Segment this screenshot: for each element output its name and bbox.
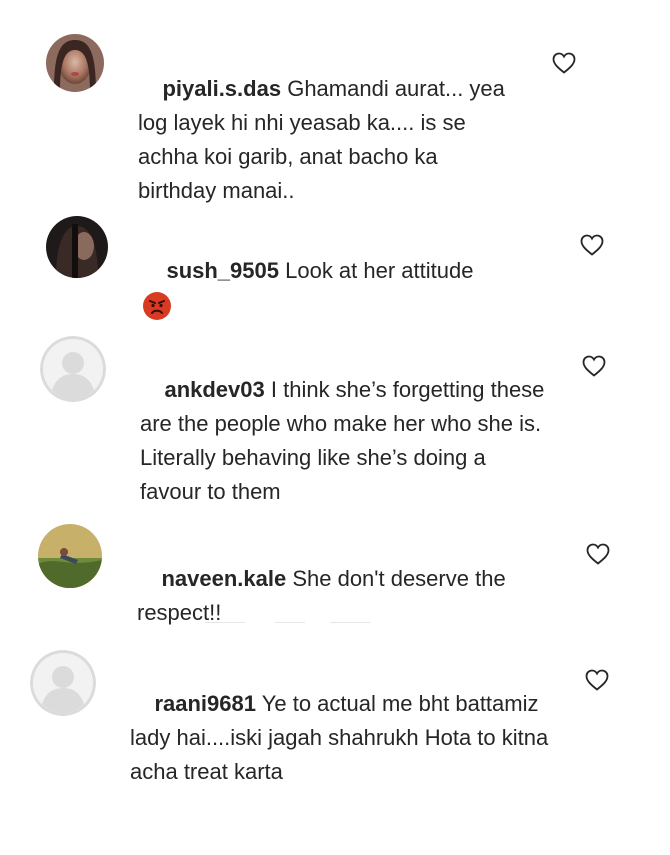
comment-username[interactable]: ankdev03 <box>164 377 264 402</box>
comment-text: piyali.s.das Ghamandi aurat... yea log l… <box>138 38 518 242</box>
comment-username[interactable]: sush_9505 <box>166 258 279 283</box>
comment-text: sush_9505 Look at her attitude <box>142 220 542 356</box>
avatar[interactable] <box>46 216 108 278</box>
default-avatar[interactable] <box>40 336 106 402</box>
comment-text: ankdev03 I think she’s forgetting these … <box>140 339 550 543</box>
comment-text: raani9681 Ye to actual me bht battamiz l… <box>130 653 550 823</box>
default-avatar[interactable] <box>30 650 96 716</box>
comment-body: Look at her attitude <box>285 258 474 283</box>
angry-face-emoji-icon <box>142 291 172 321</box>
heart-outline-icon[interactable] <box>585 669 609 691</box>
heart-outline-icon[interactable] <box>552 52 576 74</box>
comment-username[interactable]: naveen.kale <box>161 566 286 591</box>
comment-username[interactable]: raani9681 <box>154 691 256 716</box>
avatar[interactable] <box>38 524 102 588</box>
comment-text: naveen.kale She don't deserve the respec… <box>137 528 537 664</box>
comment-username[interactable]: piyali.s.das <box>162 76 281 101</box>
heart-outline-icon[interactable] <box>582 355 606 377</box>
heart-outline-icon[interactable] <box>586 543 610 565</box>
avatar[interactable] <box>46 34 104 92</box>
heart-outline-icon[interactable] <box>580 234 604 256</box>
divider <box>205 622 370 623</box>
